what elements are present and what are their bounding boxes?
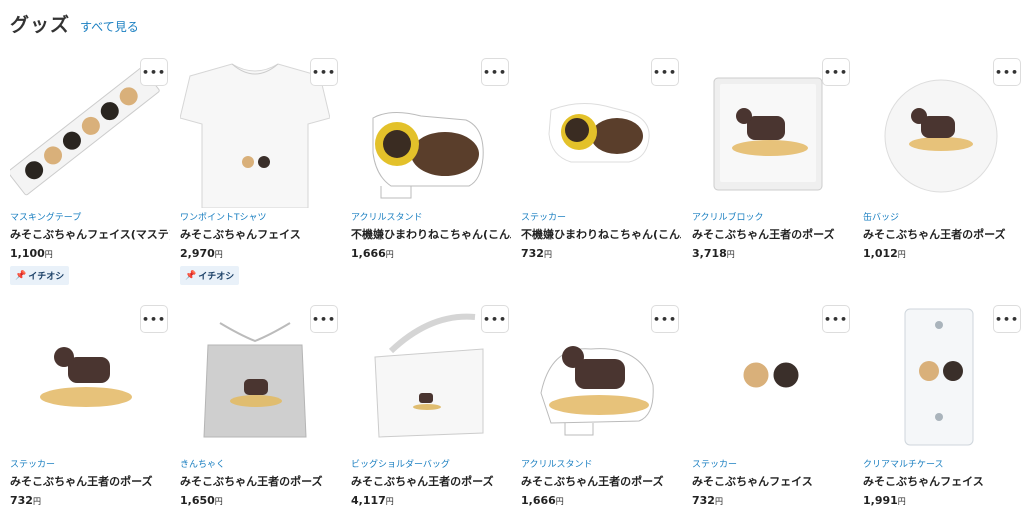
more-options-button[interactable]: ••• [651,305,679,333]
product-name[interactable]: みそこぶちゃん王者のポーズ [10,473,170,489]
product-image-can-badge[interactable]: ••• [863,58,1021,208]
product-image-clear-multi-case[interactable]: ••• [863,305,1021,455]
product-card[interactable]: ••• ステッカー 不機嫌ひまわりねこちゃん(こんぶ) 732円 [521,58,681,260]
more-options-button[interactable]: ••• [651,58,679,86]
product-card[interactable]: ••• ステッカー みそこぶちゃんフェイス 732円 [692,305,852,507]
product-price: 1,666円 [351,247,394,260]
product-price: 732円 [692,494,723,507]
more-options-button[interactable]: ••• [993,305,1021,333]
product-price: 1,100円 [10,247,53,260]
product-name[interactable]: みそこぶちゃんフェイス [863,473,1023,489]
more-horizontal-icon: ••• [311,312,337,326]
product-card[interactable]: ••• クリアマルチケース みそこぶちゃんフェイス 1,991円 [863,305,1023,507]
product-card[interactable]: ••• 缶バッジ みそこぶちゃん王者のポーズ 1,012円 [863,58,1023,260]
more-horizontal-icon: ••• [141,65,167,79]
product-category[interactable]: ステッカー [692,457,852,470]
product-category[interactable]: ワンポイントTシャツ [180,210,340,223]
product-name[interactable]: みそこぶちゃん王者のポーズ [692,226,852,242]
product-category[interactable]: 缶バッジ [863,210,1023,223]
more-options-button[interactable]: ••• [140,305,168,333]
see-all-link[interactable]: すべて見る [80,18,139,35]
product-category[interactable]: ビッグショルダーバッグ [351,457,511,470]
product-card[interactable]: ••• ステッカー みそこぶちゃん王者のポーズ 732円 [10,305,170,507]
more-options-button[interactable]: ••• [481,58,509,86]
product-image-sticker-face[interactable]: ••• [692,305,850,455]
product-price: 732円 [10,494,41,507]
goods-page: グッズ すべて見る ••• マスキングテープ みそこぶちゃんフェイス(マステ) … [0,0,1024,507]
product-price: 732円 [521,247,552,260]
product-card[interactable]: ••• マスキングテープ みそこぶちゃんフェイス(マステ) 1,100円 📌 イチ… [10,58,170,285]
product-card[interactable]: ••• アクリルスタンド みそこぶちゃん王者のポーズ 1,666円 [521,305,681,507]
product-name[interactable]: みそこぶちゃんフェイス [180,226,340,242]
product-category[interactable]: ステッカー [521,210,681,223]
product-image-acrylic-stand-king-pose[interactable]: ••• [521,305,679,455]
product-image-acrylic-stand-sunflower-cat[interactable]: ••• [351,58,509,208]
product-category[interactable]: マスキングテープ [10,210,170,223]
product-category[interactable]: クリアマルチケース [863,457,1023,470]
more-options-button[interactable]: ••• [310,58,338,86]
product-name[interactable]: みそこぶちゃん王者のポーズ [521,473,681,489]
product-name[interactable]: みそこぶちゃんフェイス [692,473,852,489]
product-image-sticker-sunflower-cat[interactable]: ••• [521,58,679,208]
product-card[interactable]: ••• アクリルブロック みそこぶちゃん王者のポーズ 3,718円 [692,58,852,260]
product-category[interactable]: きんちゃく [180,457,340,470]
more-horizontal-icon: ••• [652,65,678,79]
more-horizontal-icon: ••• [311,65,337,79]
product-price: 2,970円 [180,247,223,260]
product-price: 1,991円 [863,494,906,507]
product-image-masking-tape[interactable]: ••• [10,58,168,208]
product-card[interactable]: ••• アクリルスタンド 不機嫌ひまわりねこちゃん(こんぶ) 1,666円 [351,58,511,260]
more-horizontal-icon: ••• [823,312,849,326]
product-card[interactable]: ••• ビッグショルダーバッグ みそこぶちゃん王者のポーズ 4,117円 [351,305,511,507]
pin-icon: 📌 [185,270,197,281]
product-name[interactable]: 不機嫌ひまわりねこちゃん(こんぶ) [351,226,511,242]
recommend-badge: 📌 イチオシ [180,266,240,285]
product-image-drawstring-bag[interactable]: ••• [180,305,338,455]
product-category[interactable]: アクリルブロック [692,210,852,223]
product-name[interactable]: みそこぶちゃん王者のポーズ [863,226,1023,242]
product-image-tshirt[interactable]: ••• [180,58,338,208]
product-price: 1,650円 [180,494,223,507]
more-options-button[interactable]: ••• [822,305,850,333]
section-title: グッズ [10,14,71,36]
product-image-shoulder-bag[interactable]: ••• [351,305,509,455]
more-options-button[interactable]: ••• [481,305,509,333]
more-horizontal-icon: ••• [482,312,508,326]
more-horizontal-icon: ••• [994,312,1020,326]
more-options-button[interactable]: ••• [822,58,850,86]
more-options-button[interactable]: ••• [993,58,1021,86]
product-name[interactable]: みそこぶちゃん王者のポーズ [351,473,511,489]
more-horizontal-icon: ••• [994,65,1020,79]
product-name[interactable]: 不機嫌ひまわりねこちゃん(こんぶ) [521,226,681,242]
product-card[interactable]: ••• きんちゃく みそこぶちゃん王者のポーズ 1,650円 [180,305,340,507]
more-horizontal-icon: ••• [141,312,167,326]
product-category[interactable]: アクリルスタンド [351,210,511,223]
goods-header: グッズ すべて見る [10,10,139,37]
recommend-badge: 📌 イチオシ [10,266,70,285]
product-price: 1,666円 [521,494,564,507]
product-image-acrylic-block[interactable]: ••• [692,58,850,208]
product-price: 4,117円 [351,494,394,507]
more-options-button[interactable]: ••• [310,305,338,333]
more-horizontal-icon: ••• [652,312,678,326]
product-category[interactable]: アクリルスタンド [521,457,681,470]
more-options-button[interactable]: ••• [140,58,168,86]
product-category[interactable]: ステッカー [10,457,170,470]
product-image-sticker-king-pose[interactable]: ••• [10,305,168,455]
product-price: 3,718円 [692,247,735,260]
more-horizontal-icon: ••• [823,65,849,79]
product-name[interactable]: みそこぶちゃん王者のポーズ [180,473,340,489]
product-card[interactable]: ••• ワンポイントTシャツ みそこぶちゃんフェイス 2,970円 📌 イチオシ [180,58,340,285]
pin-icon: 📌 [15,270,27,281]
more-horizontal-icon: ••• [482,65,508,79]
product-price: 1,012円 [863,247,906,260]
product-name[interactable]: みそこぶちゃんフェイス(マステ) [10,226,170,242]
